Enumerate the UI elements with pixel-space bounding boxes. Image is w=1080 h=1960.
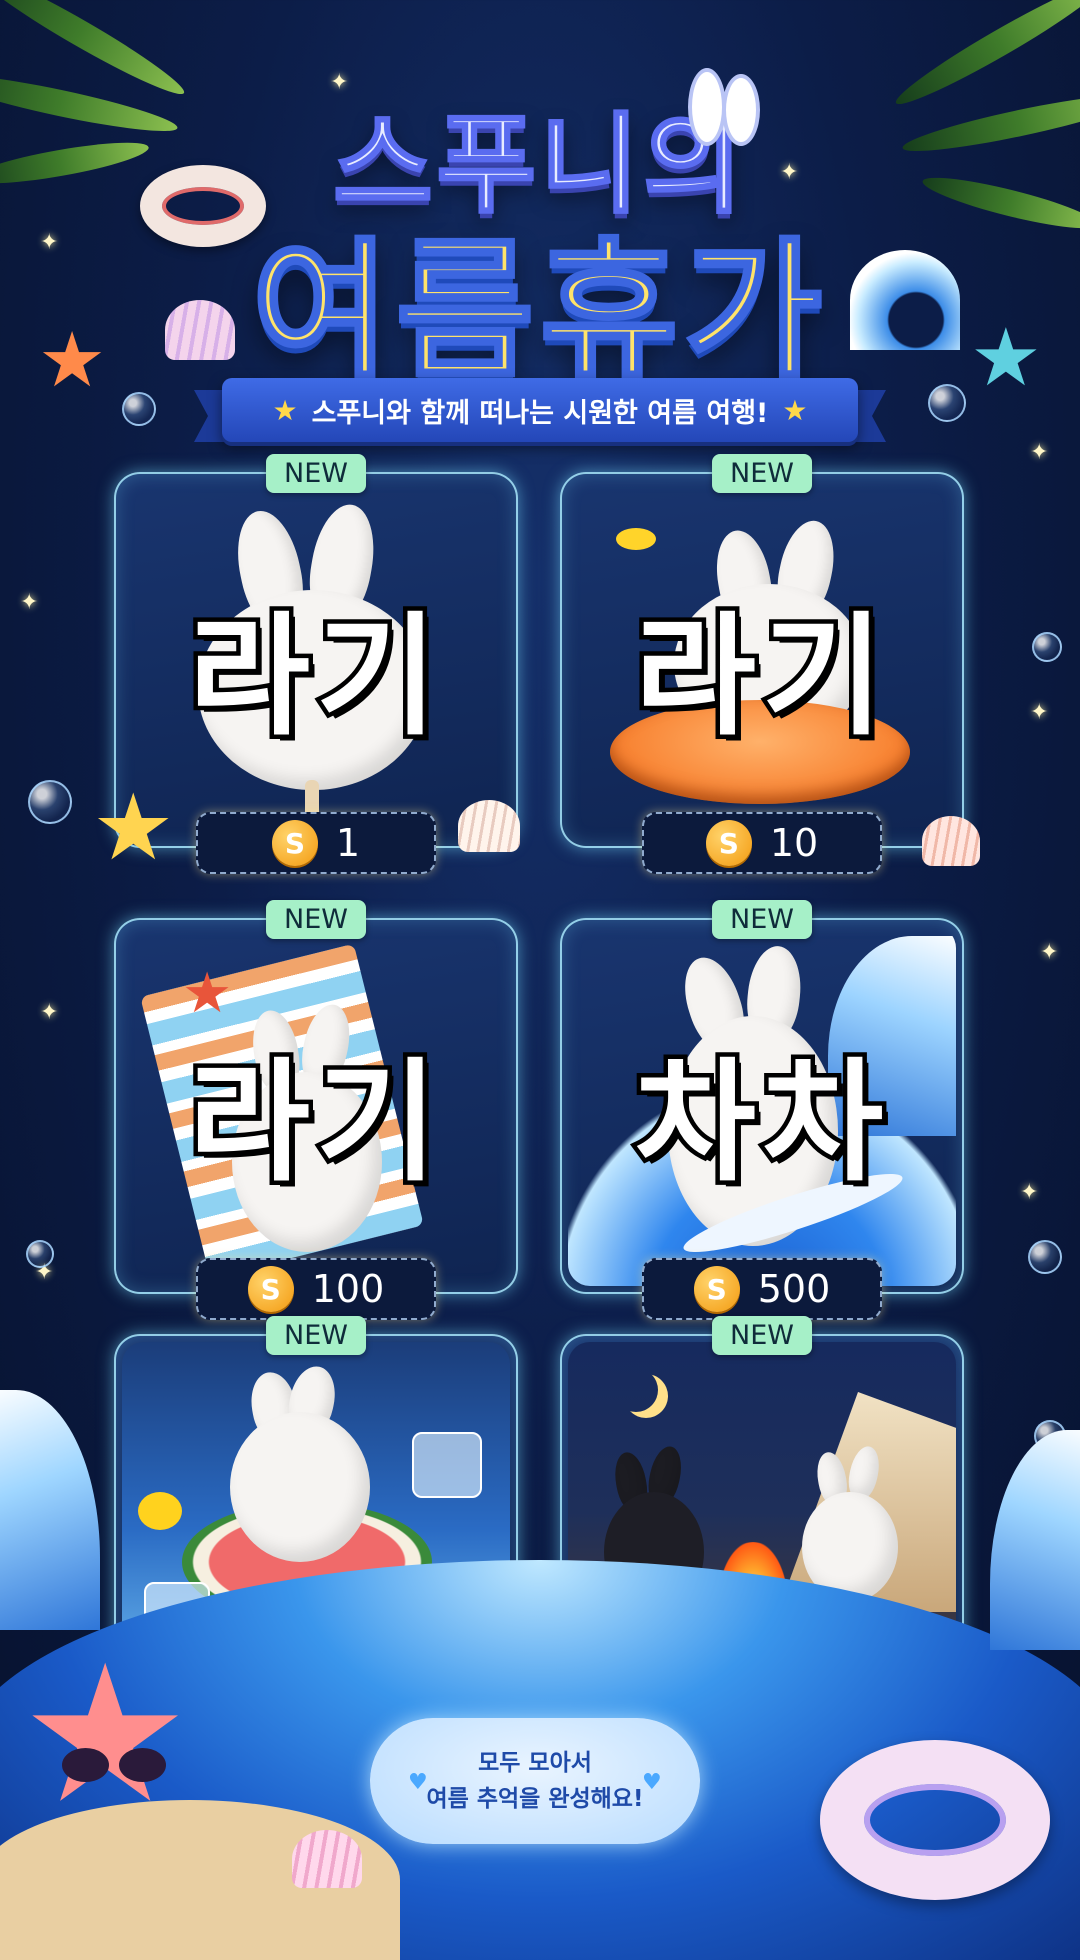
- sparkle-icon: ✦: [1020, 1180, 1039, 1205]
- star-icon: ★: [782, 393, 808, 427]
- starfish-sunglasses-icon: ★: [20, 1624, 191, 1845]
- price-tag[interactable]: S 1: [196, 812, 436, 874]
- ribbon-text: 스푸니와 함께 떠나는 시원한 여름 여행!: [311, 397, 769, 429]
- seashell-icon: [292, 1830, 362, 1888]
- wave-icon: [990, 1430, 1080, 1650]
- heart-icon: ♥: [642, 1770, 662, 1795]
- coin-icon: S: [705, 820, 752, 866]
- overlay-text: 차차: [630, 1042, 890, 1205]
- heart-icon: ♥: [408, 1770, 428, 1795]
- subtitle-ribbon: ★ 스푸니와 함께 떠나는 시원한 여름 여행! ★: [222, 378, 858, 442]
- sparkle-icon: ✦: [1030, 700, 1049, 725]
- seashell-icon: [458, 800, 520, 852]
- bubble-icon: [1032, 632, 1062, 662]
- bunny-ear-icon: [688, 68, 726, 146]
- sparkle-icon: ✦: [40, 1000, 59, 1025]
- price-value: 100: [311, 1267, 385, 1311]
- new-badge: NEW: [266, 900, 366, 939]
- seashell-icon: [922, 816, 980, 866]
- new-badge: NEW: [712, 1316, 812, 1355]
- sunglasses-icon: [62, 1748, 166, 1782]
- moon-icon: [614, 1368, 658, 1412]
- bunny-head-icon: [230, 1412, 370, 1562]
- footer-line2: 여름 추억을 완성해요!: [426, 1786, 644, 1812]
- new-badge: NEW: [712, 454, 812, 493]
- coin-icon: S: [247, 1266, 294, 1312]
- bunny-ear-icon: [722, 74, 760, 146]
- overlay-text: 라기: [184, 1042, 444, 1205]
- starfish-icon: ★: [92, 774, 175, 881]
- bubble-icon: [28, 780, 72, 824]
- bubble-icon: [1028, 1240, 1062, 1274]
- star-icon: ★: [272, 393, 298, 427]
- item-card[interactable]: NEW 라기 S 1: [114, 454, 518, 874]
- fish-icon: [616, 528, 656, 550]
- overlay-text: 라기: [184, 596, 444, 759]
- price-tag[interactable]: S 500: [642, 1258, 882, 1320]
- rubber-duck-icon: [138, 1492, 182, 1530]
- sparkle-icon: ✦: [1040, 940, 1059, 965]
- price-tag[interactable]: S 10: [642, 812, 882, 874]
- price-value: 500: [757, 1267, 831, 1311]
- starfish-icon: ★: [182, 961, 233, 1026]
- wave-icon: [0, 1390, 100, 1630]
- item-card[interactable]: NEW 차차 S 500: [560, 900, 964, 1320]
- new-badge: NEW: [266, 1316, 366, 1355]
- footer-line1: 모두 모아서: [478, 1750, 592, 1776]
- coin-icon: S: [693, 1266, 740, 1312]
- bubble-icon: [26, 1240, 54, 1268]
- item-card[interactable]: NEW 라기 S 10: [560, 454, 964, 874]
- item-card[interactable]: ★ NEW 라기 S 100: [114, 900, 518, 1320]
- overlay-text: 라기: [630, 596, 890, 759]
- price-value: 1: [335, 821, 361, 865]
- sparkle-icon: ✦: [20, 590, 39, 615]
- new-badge: NEW: [266, 454, 366, 493]
- swim-ring-icon: [820, 1740, 1050, 1900]
- coin-icon: S: [271, 820, 318, 866]
- new-badge: NEW: [712, 900, 812, 939]
- price-value: 10: [769, 821, 819, 865]
- ice-cube-icon: [412, 1432, 482, 1498]
- sparkle-icon: ✦: [1030, 440, 1049, 465]
- price-tag[interactable]: S 100: [196, 1258, 436, 1320]
- title-main: 여름휴가: [250, 223, 828, 401]
